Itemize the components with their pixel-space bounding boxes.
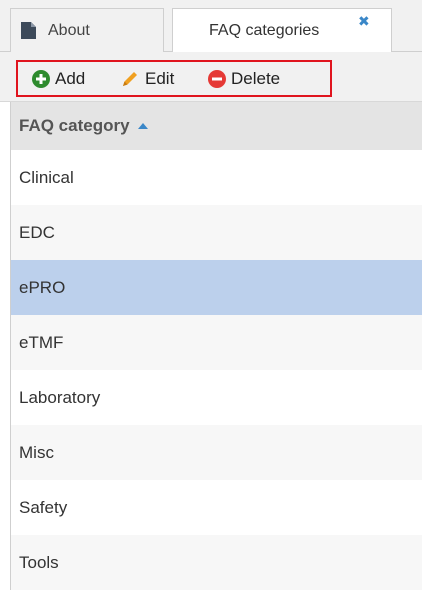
table-cell: Laboratory bbox=[19, 387, 101, 407]
tab-faq-categories-label: FAQ categories bbox=[209, 22, 320, 39]
table-cell: EDC bbox=[19, 222, 55, 242]
tab-faq-categories[interactable]: FAQ categories ✖ bbox=[172, 8, 392, 53]
add-button-label: Add bbox=[55, 68, 86, 88]
tab-about[interactable]: About bbox=[10, 8, 164, 52]
table-cell: eTMF bbox=[19, 332, 64, 352]
close-icon[interactable]: ✖ bbox=[358, 13, 370, 30]
table-row[interactable]: EDC bbox=[11, 205, 422, 260]
document-icon bbox=[21, 22, 36, 39]
column-header-faq-category[interactable]: FAQ category bbox=[10, 102, 422, 150]
add-button[interactable]: Add bbox=[32, 62, 85, 95]
table-cell: Misc bbox=[19, 442, 54, 462]
edit-button[interactable]: Edit bbox=[120, 62, 174, 95]
table-row[interactable]: Laboratory bbox=[11, 370, 422, 425]
table-row-selected[interactable]: ePRO bbox=[11, 260, 422, 315]
table-row[interactable]: Misc bbox=[11, 425, 422, 480]
minus-circle-icon bbox=[208, 69, 226, 88]
add-icon bbox=[32, 69, 50, 88]
toolbar: Add Edit Delete bbox=[0, 52, 422, 102]
table-cell: Clinical bbox=[19, 167, 74, 187]
delete-button-label: Delete bbox=[231, 68, 281, 88]
column-header-label: FAQ category bbox=[19, 116, 130, 135]
table-row[interactable]: Clinical bbox=[11, 150, 422, 205]
pencil-icon bbox=[123, 71, 137, 86]
table-cell: ePRO bbox=[19, 277, 66, 297]
table-row[interactable]: Tools bbox=[11, 535, 422, 590]
tab-bar: About FAQ categories ✖ bbox=[0, 0, 422, 53]
table-row[interactable]: Safety bbox=[11, 480, 422, 535]
faq-category-grid: Clinical EDC ePRO eTMF Laboratory Misc S… bbox=[10, 150, 422, 590]
tab-about-label: About bbox=[48, 21, 90, 39]
sort-ascending-icon bbox=[137, 123, 148, 129]
toolbar-highlight-frame: Add Edit Delete bbox=[16, 60, 332, 97]
delete-button[interactable]: Delete bbox=[208, 62, 280, 95]
table-row[interactable]: eTMF bbox=[11, 315, 422, 370]
table-cell: Tools bbox=[19, 552, 59, 572]
table-cell: Safety bbox=[19, 497, 68, 517]
edit-button-label: Edit bbox=[145, 68, 175, 88]
